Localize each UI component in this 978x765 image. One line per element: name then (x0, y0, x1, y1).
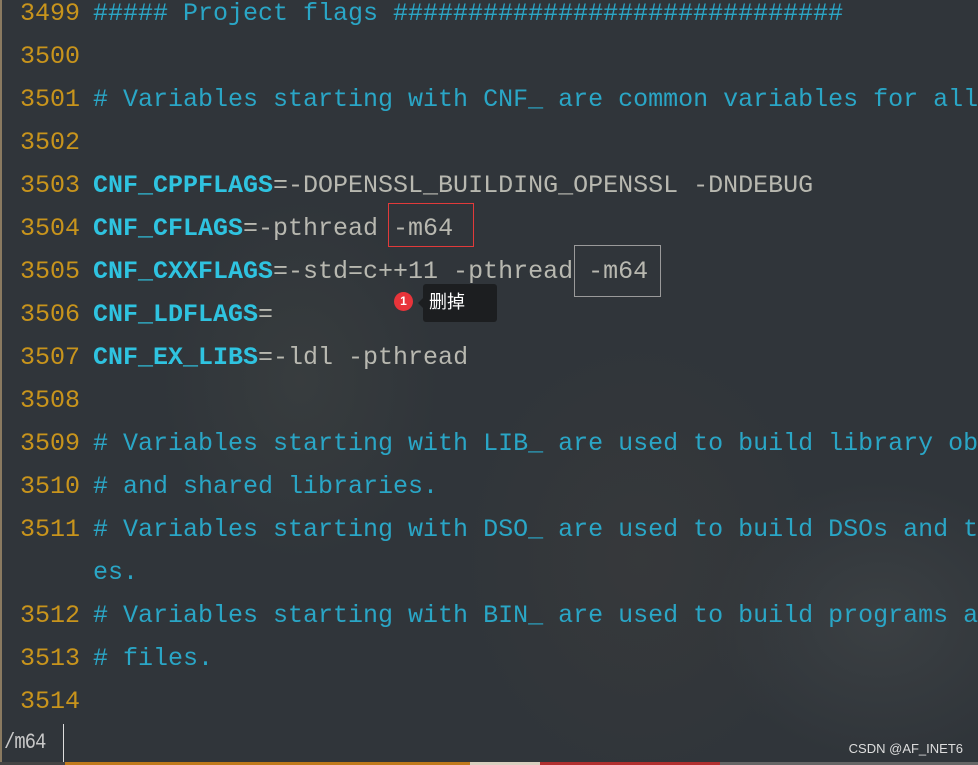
window-border (0, 0, 2, 765)
code-text: CNF_EX_LIBS=-ldl -pthread (93, 336, 468, 379)
code-text: es. (93, 551, 138, 594)
line-number: 3502 (20, 128, 81, 157)
code-text: CNF_CPPFLAGS=-DOPENSSL_BUILDING_OPENSSL … (93, 164, 813, 207)
line-number: 3501 (20, 85, 81, 114)
line-number: 3511 (20, 515, 81, 544)
line-number: 3499 (20, 0, 81, 28)
line-number: 3500 (20, 42, 81, 71)
annotation-tooltip: 删掉 (418, 284, 497, 322)
comment-text: # Variables starting with LIB_ are used … (93, 429, 978, 458)
highlight-box-m64-cflags (388, 203, 474, 247)
variable-name: CNF_CFLAGS (93, 214, 244, 243)
comment-text: # Variables starting with BIN_ are used … (93, 601, 978, 630)
line-number: 3513 (20, 644, 81, 673)
value-text: = (258, 300, 274, 329)
comment-text: ##### Project flags ####################… (93, 0, 844, 28)
comment-text: # Variables starting with DSO_ are used … (93, 515, 978, 544)
comment-text: # files. (93, 644, 214, 673)
annotation-number-badge: 1 (394, 292, 413, 311)
code-text: CNF_CXXFLAGS=-std=c++11 -pthread -m64 (93, 250, 648, 293)
variable-name: CNF_LDFLAGS (93, 300, 259, 329)
code-text: # Variables starting with CNF_ are commo… (93, 78, 978, 121)
watermark: CSDN @AF_INET6 (848, 741, 963, 756)
command-line-input[interactable]: /m64 (4, 730, 46, 755)
value-text: =-DOPENSSL_BUILDING_OPENSSL -DNDEBUG (273, 171, 814, 200)
code-text: ##### Project flags ####################… (93, 0, 843, 35)
value-text: =-ldl -pthread (258, 343, 469, 372)
text-cursor (63, 724, 64, 762)
comment-text: # and shared libraries. (93, 472, 439, 501)
variable-name: CNF_EX_LIBS (93, 343, 259, 372)
code-text: # Variables starting with LIB_ are used … (93, 422, 978, 465)
code-text: # Variables starting with DSO_ are used … (93, 508, 978, 551)
line-number: 3507 (20, 343, 81, 372)
line-number: 3505 (20, 257, 81, 286)
line-number: 3514 (20, 687, 81, 716)
line-number: 3508 (20, 386, 81, 415)
variable-name: CNF_CPPFLAGS (93, 171, 274, 200)
variable-name: CNF_CXXFLAGS (93, 257, 274, 286)
line-number: 3504 (20, 214, 81, 243)
code-text: # files. (93, 637, 213, 680)
highlight-box-m64-cxxflags (574, 245, 661, 297)
code-text: CNF_LDFLAGS= (93, 293, 273, 336)
line-number: 3510 (20, 472, 81, 501)
line-number: 3512 (20, 601, 81, 630)
code-text: # Variables starting with BIN_ are used … (93, 594, 978, 637)
line-number: 3509 (20, 429, 81, 458)
line-number: 3506 (20, 300, 81, 329)
line-number: 3503 (20, 171, 81, 200)
comment-text: # Variables starting with CNF_ are commo… (93, 85, 978, 114)
code-text: # and shared libraries. (93, 465, 438, 508)
comment-text: es. (93, 558, 139, 587)
